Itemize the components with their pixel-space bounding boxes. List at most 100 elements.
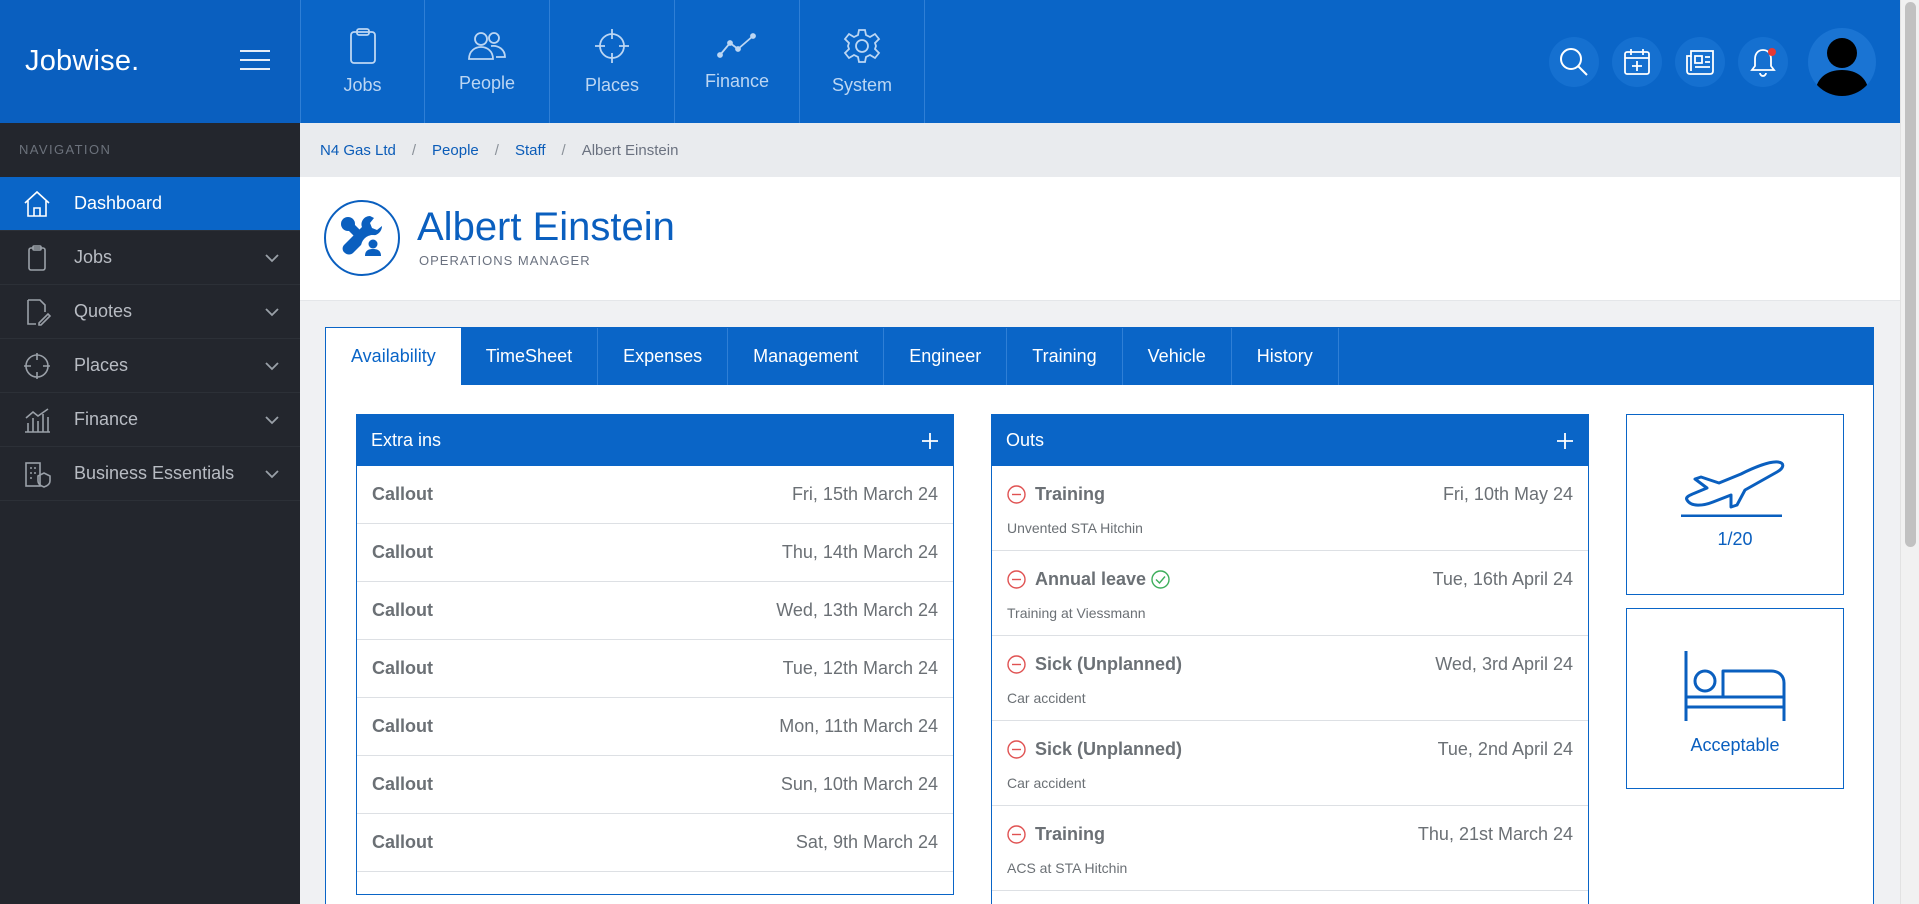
list-item-date: Fri, 10th May 24 [1442,484,1573,504]
list-item[interactable]: Callout Tue, 12th March 24 [357,640,953,698]
tab-training[interactable]: Training [1007,328,1123,385]
topnav-item-system[interactable]: System [800,0,925,123]
chevron-down-icon [265,470,279,479]
top-bar: Jobs People Places Finance System [300,0,1900,123]
breadcrumb-separator: / [494,141,499,159]
list-item[interactable]: Training Thu, 21st March 24 ACS at STA H… [992,806,1588,891]
add-extra-in-button[interactable] [921,432,939,450]
page-title: Albert Einstein [417,205,675,249]
extra-ins-panel: Extra ins Callout Fri, 15th March 24 Cal… [356,414,954,895]
search-icon [1560,47,1588,76]
gear-icon [843,29,881,63]
sidebar-item-dashboard[interactable]: Dashboard [0,177,300,231]
add-calendar-button[interactable] [1612,36,1662,87]
sidebar-item-label: Dashboard [74,193,163,213]
list-item-type: Callout [372,832,433,852]
remove-icon[interactable] [1007,825,1026,844]
sidebar-item-quotes[interactable]: Quotes [0,285,300,339]
list-item[interactable]: Callout Sun, 10th March 24 [357,756,953,814]
tab-vehicle[interactable]: Vehicle [1123,328,1232,385]
sidebar-item-finance[interactable]: Finance [0,393,300,447]
menu-toggle-icon[interactable] [240,50,270,70]
topnav-item-finance[interactable]: Finance [675,0,800,123]
list-item-date: Tue, 16th April 24 [1432,569,1573,589]
list-item[interactable]: Annual leave Tue, 16th April 24 Training… [992,551,1588,636]
notifications-button[interactable] [1738,36,1788,87]
list-item[interactable]: Callout Wed, 13th March 24 [357,582,953,640]
newspaper-icon [1686,49,1714,75]
list-item[interactable]: Callout Mon, 11th March 24 [357,698,953,756]
list-item-note: ACS at STA Hitchin [1007,860,1128,876]
topnav-label: Finance [704,71,770,91]
sidebar-item-places[interactable]: Places [0,339,300,393]
chevron-down-icon [265,416,279,425]
rest-status-card[interactable]: Acceptable [1626,608,1844,789]
topnav-item-places[interactable]: Places [550,0,675,123]
bed-icon [1684,651,1786,721]
people-icon [468,32,506,60]
list-item[interactable]: Training Fri, 10th May 24 Unvented STA H… [992,466,1588,551]
sidebar-item-label: Business Essentials [74,463,235,483]
approved-check-icon [1151,570,1170,589]
topnav-label: Places [584,75,640,95]
list-item-type: Callout [372,774,433,794]
breadcrumb-separator: / [561,141,566,159]
topnav-item-people[interactable]: People [425,0,550,123]
avatar[interactable] [1808,27,1876,96]
topnav-label: People [458,73,516,93]
clipboard-icon [0,243,74,273]
breadcrumb-link[interactable]: Staff [515,142,546,159]
list-item-type: Callout [372,658,433,678]
news-button[interactable] [1675,36,1725,87]
list-item-type: Training [1035,824,1106,844]
list-item-note: Unvented STA Hitchin [1007,520,1143,536]
tab-management[interactable]: Management [728,328,885,385]
list-item[interactable]: Callout Sat, 9th March 24 [357,814,953,872]
add-out-button[interactable] [1556,432,1574,450]
clipboard-icon [349,28,376,64]
sidebar-item-label: Quotes [74,301,133,321]
topnav-label: Jobs [343,75,382,95]
profile-header: Albert Einstein OPERATIONS MANAGER [300,177,1900,301]
remove-icon[interactable] [1007,570,1026,589]
search-button[interactable] [1549,36,1599,87]
remove-icon[interactable] [1007,655,1026,674]
tab-timesheet[interactable]: TimeSheet [461,328,599,385]
holiday-allowance-card[interactable]: 1/20 [1626,414,1844,595]
sidebar-item-label: Places [74,355,129,375]
list-item-date: Wed, 13th March 24 [776,600,938,620]
sidebar-item-jobs[interactable]: Jobs [0,231,300,285]
list-item[interactable]: Sick (Unplanned) Wed, 3rd April 24 Car a… [992,636,1588,721]
tab-engineer[interactable]: Engineer [884,328,1008,385]
chevron-down-icon [265,254,279,263]
remove-icon[interactable] [1007,740,1026,759]
list-item-type: Sick (Unplanned) [1035,654,1183,674]
brand-logo[interactable]: Jobwise. [25,45,139,78]
line-chart-icon [717,33,756,58]
sidebar-item-business-essentials[interactable]: Business Essentials [0,447,300,501]
list-item-type: Annual leave [1035,569,1147,589]
building-shield-icon [0,459,74,489]
panel-title: Extra ins [371,430,442,450]
tab-expenses[interactable]: Expenses [598,328,729,385]
list-item[interactable]: Sick (Unplanned) Tue, 2nd April 24 Car a… [992,721,1588,806]
tab-availability[interactable]: Availability [326,328,461,385]
scrollbar-thumb[interactable] [1905,2,1916,547]
calendar-plus-icon [1624,48,1650,75]
bar-chart-icon [0,405,74,435]
breadcrumb-link[interactable]: N4 Gas Ltd [320,142,396,159]
tools-person-icon [324,200,400,276]
tab-history[interactable]: History [1232,328,1339,385]
page-scrollbar[interactable] [1900,0,1919,904]
topnav-label: System [831,75,892,95]
crosshair-icon [0,351,74,381]
list-item[interactable]: Callout Thu, 14th March 24 [357,524,953,582]
list-item[interactable]: Callout Fri, 15th March 24 [357,466,953,524]
chevron-down-icon [265,362,279,371]
breadcrumb-link[interactable]: People [432,142,479,159]
topnav-item-jobs[interactable]: Jobs [300,0,425,123]
remove-icon[interactable] [1007,485,1026,504]
sidebar-item-label: Finance [74,409,139,429]
list-item-date: Wed, 3rd April 24 [1435,654,1573,674]
list-item-date: Thu, 14th March 24 [781,542,938,562]
